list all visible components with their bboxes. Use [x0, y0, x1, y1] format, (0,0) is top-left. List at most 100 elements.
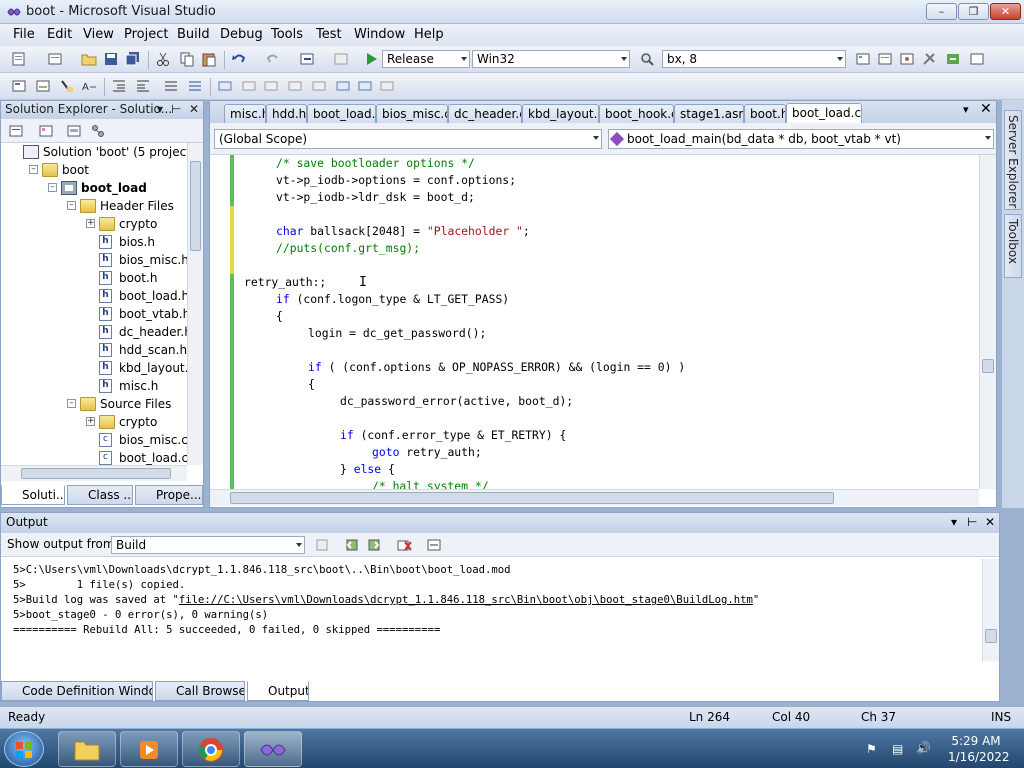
tab-document[interactable]: hdd.h: [266, 104, 307, 123]
tab-document[interactable]: boot_load.c*: [786, 103, 862, 123]
close-button[interactable]: ✕: [990, 3, 1021, 20]
clear-all-icon[interactable]: [395, 536, 413, 554]
collapse-icon[interactable]: –: [67, 201, 76, 210]
bookmark-icon[interactable]: [216, 77, 234, 95]
tree-item[interactable]: h bios.h: [1, 233, 187, 251]
tab-toolbox[interactable]: Toolbox: [1004, 214, 1022, 278]
menu-file[interactable]: File: [10, 27, 38, 42]
output-source-select[interactable]: Build: [111, 536, 305, 554]
scrollbar-thumb[interactable]: [21, 468, 171, 479]
tree-item[interactable]: h hdd_scan.h: [1, 341, 187, 359]
new-project-icon[interactable]: [10, 50, 28, 68]
save-icon[interactable]: [102, 50, 120, 68]
menu-project[interactable]: Project: [121, 27, 171, 42]
taskbar-chrome[interactable]: [182, 731, 240, 767]
uncomment-icon[interactable]: [186, 77, 204, 95]
tab-document[interactable]: boot_load.h: [307, 104, 376, 123]
code-text-area[interactable]: /* save bootloader options */ vt->p_iodb-…: [210, 155, 996, 489]
tree-item[interactable]: c boot_load.c: [1, 449, 187, 465]
menu-edit[interactable]: Edit: [44, 27, 75, 42]
scrollbar-thumb[interactable]: [985, 629, 997, 643]
next-bookmark-document-icon[interactable]: [356, 77, 374, 95]
solution-platform-select[interactable]: Win32: [472, 50, 630, 68]
increase-indent-icon[interactable]: [134, 77, 152, 95]
toggle-word-wrap-icon[interactable]: [425, 536, 443, 554]
menu-view[interactable]: View: [80, 27, 117, 42]
start-button[interactable]: [4, 731, 44, 767]
tree-item[interactable]: h bios_misc.h: [1, 251, 187, 269]
menu-window[interactable]: Window: [351, 27, 408, 42]
tree-item[interactable]: h dc_header.h: [1, 323, 187, 341]
start-debugging-icon[interactable]: [362, 50, 380, 68]
save-all-icon[interactable]: [124, 50, 142, 68]
decrease-indent-icon[interactable]: [110, 77, 128, 95]
tab-output[interactable]: Output: [247, 681, 309, 701]
editor-horizontal-scrollbar[interactable]: [210, 489, 979, 506]
solution-configuration-select[interactable]: Release: [382, 50, 470, 68]
clear-bookmarks-icon[interactable]: [378, 77, 396, 95]
close-panel-icon[interactable]: ✕: [189, 101, 199, 118]
find-in-files-icon[interactable]: [638, 50, 656, 68]
taskbar-visual-studio[interactable]: [244, 731, 302, 767]
taskbar-explorer[interactable]: [58, 731, 116, 767]
previous-bookmark-icon[interactable]: [240, 77, 258, 95]
tab-properties[interactable]: Prope...: [135, 485, 203, 505]
output-vertical-scrollbar[interactable]: [982, 559, 999, 661]
tab-server-explorer[interactable]: Server Explorer: [1004, 110, 1022, 210]
tab-solution-explorer[interactable]: Soluti...: [1, 485, 65, 505]
collapse-icon[interactable]: –: [67, 399, 76, 408]
tree-item[interactable]: h boot.h: [1, 269, 187, 287]
scrollbar-thumb[interactable]: [230, 492, 834, 504]
tree-item[interactable]: c bios_misc.c: [1, 431, 187, 449]
quick-info-icon[interactable]: [58, 77, 76, 95]
tab-document[interactable]: boot.h: [744, 104, 786, 123]
tree-item[interactable]: – Header Files: [1, 197, 187, 215]
navigate-backward-icon[interactable]: [298, 50, 316, 68]
function-select[interactable]: boot_load_main(bd_data * db, boot_vtab *…: [608, 129, 994, 149]
show-all-files-icon[interactable]: [37, 122, 55, 140]
navigate-forward-icon[interactable]: [332, 50, 350, 68]
find-message-in-code-icon[interactable]: [313, 536, 331, 554]
menu-help[interactable]: Help: [411, 27, 447, 42]
clock-time[interactable]: 5:29 AM: [948, 734, 1004, 748]
network-icon[interactable]: ▤: [892, 742, 903, 756]
toolbox-icon[interactable]: [920, 50, 938, 68]
properties-icon[interactable]: [7, 122, 25, 140]
tab-class-view[interactable]: Class ...: [67, 485, 133, 505]
expand-icon[interactable]: +: [86, 219, 95, 228]
menu-build[interactable]: Build: [174, 27, 213, 42]
dropdown-arrow-icon[interactable]: ▾: [157, 101, 163, 118]
start-page-icon[interactable]: [944, 50, 962, 68]
open-folder-icon[interactable]: [80, 50, 98, 68]
tree-item[interactable]: h boot_vtab.h: [1, 305, 187, 323]
tab-call-browser[interactable]: Call Browser: [155, 681, 245, 701]
tab-document[interactable]: dc_header.c: [448, 104, 522, 123]
refresh-icon[interactable]: [65, 122, 83, 140]
solution-explorer-icon[interactable]: [854, 50, 872, 68]
display-object-member-list-icon[interactable]: [10, 77, 28, 95]
tab-list-icon[interactable]: ▾: [963, 103, 969, 116]
menu-debug[interactable]: Debug: [217, 27, 266, 42]
find-combo[interactable]: bx, 8: [662, 50, 846, 68]
tree-item[interactable]: – boot: [1, 161, 187, 179]
undo-icon[interactable]: [230, 50, 248, 68]
solution-explorer-horizontal-scrollbar[interactable]: [1, 465, 187, 481]
command-window-icon[interactable]: [968, 50, 986, 68]
add-item-icon[interactable]: [46, 50, 64, 68]
volume-icon[interactable]: 🔊: [916, 741, 931, 755]
build-log-link[interactable]: file://C:\Users\vml\Downloads\dcrypt_1.1…: [179, 594, 753, 606]
next-bookmark-folder-icon[interactable]: [310, 77, 328, 95]
solution-explorer-vertical-scrollbar[interactable]: [187, 143, 203, 465]
pin-icon[interactable]: ⊢: [967, 513, 977, 532]
tab-document[interactable]: misc.h: [224, 104, 266, 123]
pin-icon[interactable]: ⊢: [171, 101, 181, 118]
tree-item[interactable]: Solution 'boot' (5 projects): [1, 143, 187, 161]
parameter-info-icon[interactable]: [34, 77, 52, 95]
expand-icon[interactable]: +: [86, 417, 95, 426]
tree-item[interactable]: h boot_load.h: [1, 287, 187, 305]
previous-message-icon[interactable]: [343, 536, 361, 554]
maximize-button[interactable]: ❐: [958, 3, 989, 20]
tree-item[interactable]: – boot_load: [1, 179, 187, 197]
tree-item[interactable]: – Source Files: [1, 395, 187, 413]
scope-select[interactable]: (Global Scope): [214, 129, 602, 149]
